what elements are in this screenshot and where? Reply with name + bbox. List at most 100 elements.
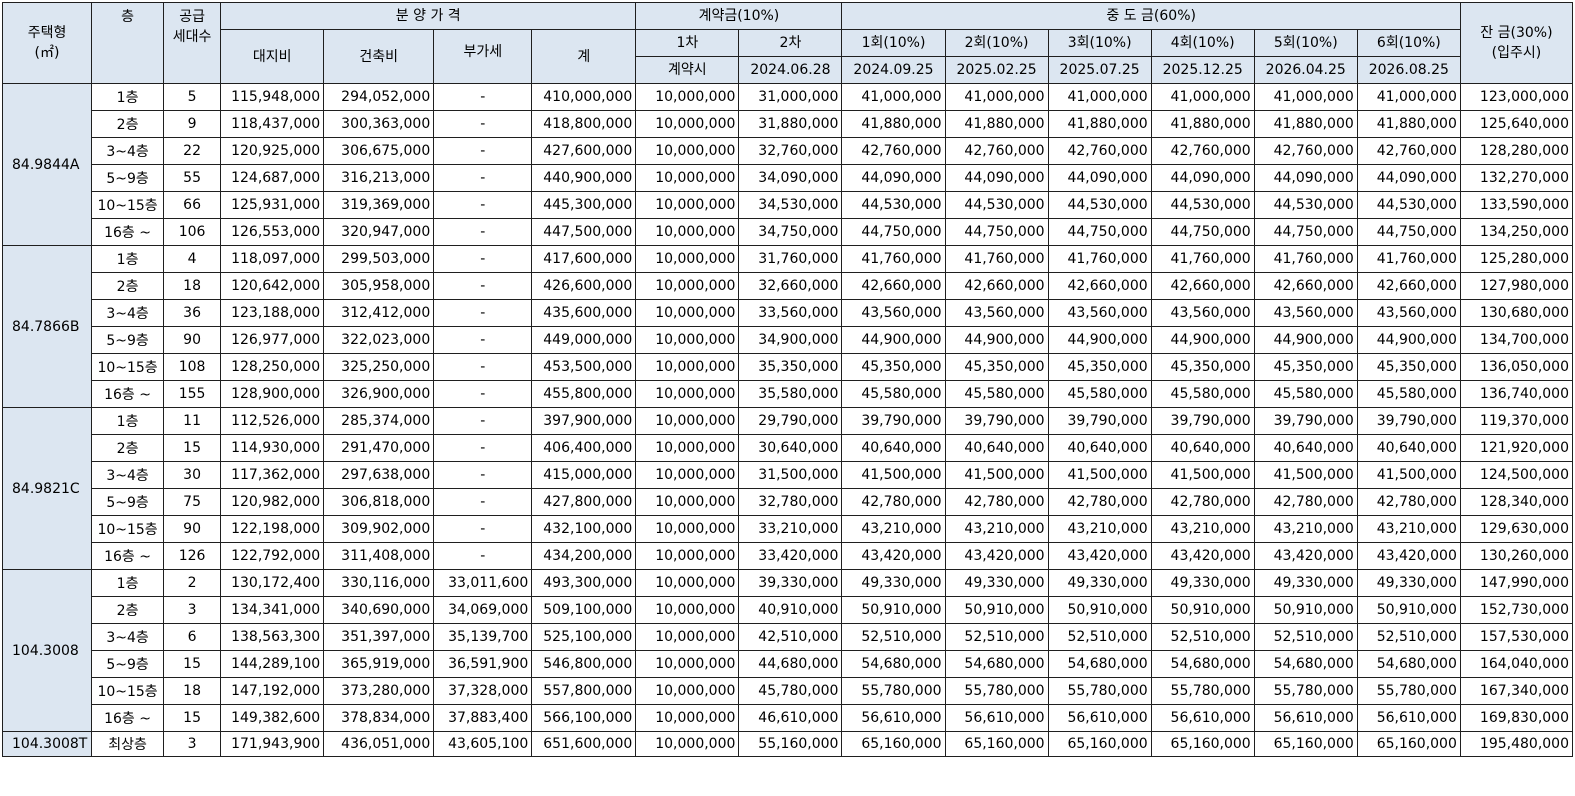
units-cell: 75 <box>163 488 222 516</box>
mid-2-cell: 40,640,000 <box>944 434 1049 462</box>
mid-6-cell: 45,350,000 <box>1356 353 1461 381</box>
header-building: 건축비 <box>323 29 435 84</box>
mid-4-cell: 44,750,000 <box>1150 218 1255 246</box>
land-cell: 120,642,000 <box>220 272 325 300</box>
header-balance-line2: (입주시) <box>1491 45 1542 61</box>
deposit-1-cell: 10,000,000 <box>635 731 740 757</box>
header-mid-3: 3회(10%) <box>1047 29 1152 57</box>
deposit-2-cell: 34,530,000 <box>738 191 843 219</box>
balance-cell: 152,730,000 <box>1459 596 1574 624</box>
balance-cell: 157,530,000 <box>1459 623 1574 651</box>
vat-cell: 34,069,000 <box>433 596 533 624</box>
total-cell: 426,600,000 <box>531 272 637 300</box>
header-type-unit: (㎡) <box>34 45 60 61</box>
balance-cell: 136,740,000 <box>1459 380 1574 408</box>
header-mid-3-date: 2025.07.25 <box>1047 56 1152 84</box>
units-cell: 6 <box>163 623 222 651</box>
header-land: 대지비 <box>220 29 325 84</box>
vat-cell: 43,605,100 <box>433 731 533 757</box>
mid-6-cell: 55,780,000 <box>1356 677 1461 705</box>
deposit-1-cell: 10,000,000 <box>635 488 740 516</box>
mid-2-cell: 52,510,000 <box>944 623 1049 651</box>
mid-5-cell: 44,090,000 <box>1253 164 1358 192</box>
mid-4-cell: 44,090,000 <box>1150 164 1255 192</box>
land-cell: 124,687,000 <box>220 164 325 192</box>
floor-cell: 5~9층 <box>91 326 165 354</box>
table-row: 10~15층 18 147,192,000 373,280,000 37,328,000… <box>3 677 1574 705</box>
floor-cell: 16층 ~ <box>91 218 165 246</box>
land-cell: 118,437,000 <box>220 110 325 138</box>
balance-cell: 125,280,000 <box>1459 245 1574 273</box>
deposit-1-cell: 10,000,000 <box>635 650 740 678</box>
table-row: 16층 ~106 126,553,000 320,947,000-447,500,0… <box>3 218 1574 246</box>
total-cell: 557,800,000 <box>531 677 637 705</box>
mid-1-cell: 41,000,000 <box>841 83 946 111</box>
header-deposit-2-date: 2024.06.28 <box>738 56 843 84</box>
building-cell: 312,412,000 <box>323 299 435 327</box>
table-row: 104.3008 1층 2 130,172,400 330,116,000 33,011,… <box>1 569 1574 732</box>
floor-cell: 3~4층 <box>91 623 165 651</box>
vat-cell: - <box>433 515 533 543</box>
header-mid-5: 5회(10%) <box>1253 29 1358 57</box>
type-cell: 84.9821C <box>1 407 93 570</box>
header-mid-1-date: 2024.09.25 <box>841 56 946 84</box>
table-row: 5~9층 15 144,289,100 365,919,000 36,591,900 54… <box>3 650 1574 678</box>
mid-4-cell: 43,560,000 <box>1150 299 1255 327</box>
table-row: 84.7866B 1층 4 118,097,000 299,503,000-417,60… <box>1 245 1574 408</box>
mid-6-cell: 39,790,000 <box>1356 407 1461 435</box>
header-floor: 층 <box>91 2 165 84</box>
vat-cell: - <box>433 218 533 246</box>
mid-4-cell: 40,640,000 <box>1150 434 1255 462</box>
header-mid-4-date: 2025.12.25 <box>1150 56 1255 84</box>
land-cell: 118,097,000 <box>220 245 325 273</box>
units-cell: 5 <box>163 83 222 111</box>
balance-cell: 164,040,000 <box>1459 650 1574 678</box>
vat-cell: - <box>433 353 533 381</box>
building-cell: 322,023,000 <box>323 326 435 354</box>
mid-4-cell: 43,420,000 <box>1150 542 1255 570</box>
mid-3-cell: 42,660,000 <box>1047 272 1152 300</box>
mid-6-cell: 44,900,000 <box>1356 326 1461 354</box>
mid-6-cell: 41,500,000 <box>1356 461 1461 489</box>
mid-6-cell: 42,760,000 <box>1356 137 1461 165</box>
total-cell: 455,800,000 <box>531 380 637 408</box>
deposit-2-cell: 29,790,000 <box>738 407 843 435</box>
mid-5-cell: 41,500,000 <box>1253 461 1358 489</box>
land-cell: 123,188,000 <box>220 299 325 327</box>
vat-cell: - <box>433 191 533 219</box>
mid-6-cell: 41,760,000 <box>1356 245 1461 273</box>
header-mid-1: 1회(10%) <box>841 29 946 57</box>
deposit-1-cell: 10,000,000 <box>635 299 740 327</box>
deposit-1-cell: 10,000,000 <box>635 677 740 705</box>
header-balance-line1: 잔 금(30%) <box>1480 25 1553 41</box>
header-type-label: 주택형 <box>27 25 67 41</box>
total-cell: 427,600,000 <box>531 137 637 165</box>
deposit-1-cell: 10,000,000 <box>635 380 740 408</box>
header-vat: 부가세 <box>433 29 533 84</box>
mid-1-cell: 40,640,000 <box>841 434 946 462</box>
price-table: 주택형 (㎡) 층 공급 세대수 분 양 가 격 계약금(10%) 중 도 금(… <box>1 2 1574 757</box>
mid-1-cell: 42,760,000 <box>841 137 946 165</box>
balance-cell: 121,920,000 <box>1459 434 1574 462</box>
units-cell: 15 <box>163 650 222 678</box>
mid-5-cell: 45,350,000 <box>1253 353 1358 381</box>
mid-1-cell: 65,160,000 <box>841 731 946 757</box>
vat-cell: - <box>433 380 533 408</box>
deposit-2-cell: 33,560,000 <box>738 299 843 327</box>
mid-4-cell: 52,510,000 <box>1150 623 1255 651</box>
mid-3-cell: 44,750,000 <box>1047 218 1152 246</box>
mid-1-cell: 56,610,000 <box>841 704 946 732</box>
mid-4-cell: 41,760,000 <box>1150 245 1255 273</box>
deposit-2-cell: 31,760,000 <box>738 245 843 273</box>
total-cell: 445,300,000 <box>531 191 637 219</box>
mid-5-cell: 56,610,000 <box>1253 704 1358 732</box>
deposit-2-cell: 31,500,000 <box>738 461 843 489</box>
header-deposit-1: 1차 <box>635 29 740 57</box>
mid-1-cell: 41,500,000 <box>841 461 946 489</box>
balance-cell: 128,280,000 <box>1459 137 1574 165</box>
units-cell: 11 <box>163 407 222 435</box>
total-cell: 651,600,000 <box>531 731 637 757</box>
balance-cell: 167,340,000 <box>1459 677 1574 705</box>
header-mid-6-date: 2026.08.25 <box>1356 56 1461 84</box>
vat-cell: 37,883,400 <box>433 704 533 732</box>
